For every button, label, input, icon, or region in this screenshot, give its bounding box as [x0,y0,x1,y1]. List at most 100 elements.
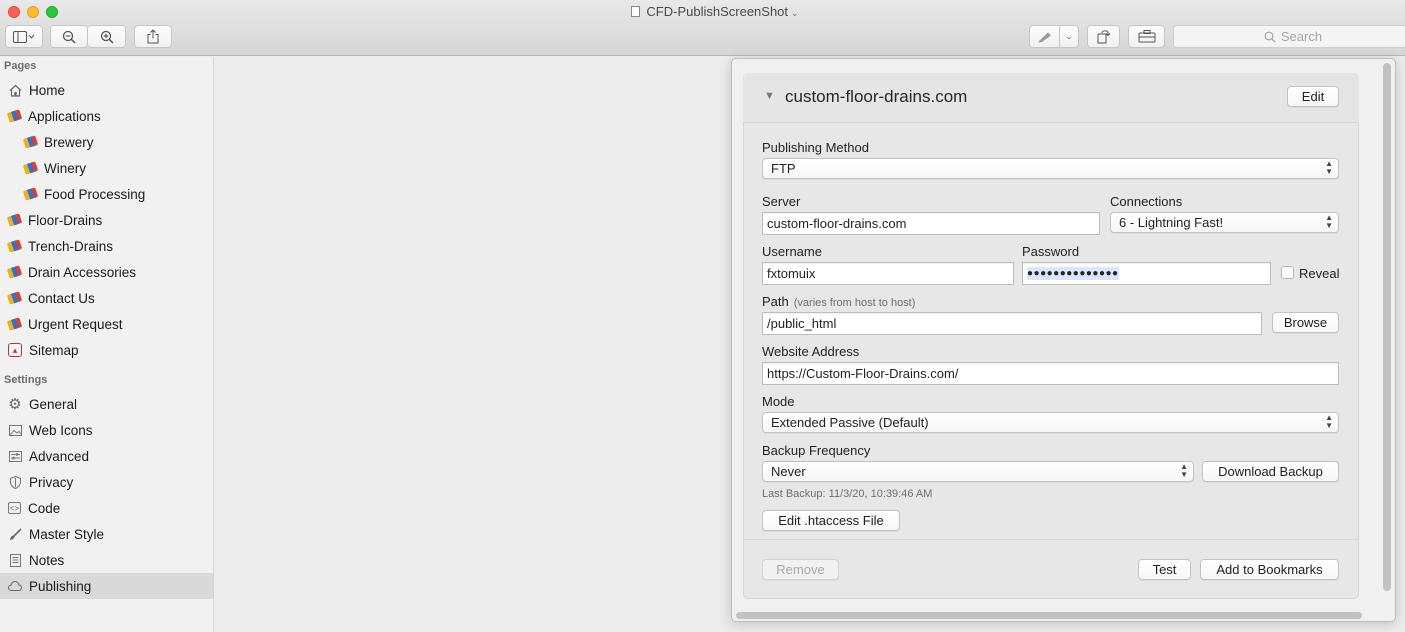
sidebar-item-code[interactable]: <> Code [0,495,213,521]
download-backup-button[interactable]: Download Backup [1202,461,1339,482]
markup-menu-button[interactable]: ⌄ [1059,25,1079,48]
password-label: Password [1022,244,1080,259]
path-field[interactable]: /public_html [762,312,1262,335]
sidebar-section-settings: Settings [4,374,48,386]
sidebar: Pages Home Applications Brewery Winery F… [0,57,214,632]
select-arrows-icon: ▲ ▼ [1180,462,1188,479]
sidebar-item-food-processing[interactable]: Food Processing [0,181,213,207]
sitemap-icon: ▴ [8,343,22,357]
connections-select[interactable]: 6 - Lightning Fast! ▲ ▼ [1110,212,1339,233]
vertical-scrollbar[interactable] [1383,63,1391,591]
notes-icon [8,553,22,567]
gear-icon: ⚙ [8,396,22,413]
username-label: Username [762,244,822,259]
sidebar-item-winery[interactable]: Winery [0,155,213,181]
test-button[interactable]: Test [1138,559,1191,580]
mode-select[interactable]: Extended Passive (Default) ▲ ▼ [762,412,1339,433]
chevron-down-icon: ⌄ [791,8,799,18]
path-hint: (varies from host to host) [793,297,916,309]
pen-icon [1038,32,1051,42]
reveal-password-checkbox[interactable] [1281,266,1294,279]
website-address-field[interactable]: https://Custom-Floor-Drains.com/ [762,362,1339,385]
sidebar-item-contact-us[interactable]: Contact Us [0,285,213,311]
page-icon [6,265,23,279]
backup-frequency-label: Backup Frequency [762,443,871,458]
sidebar-item-home[interactable]: Home [0,77,213,103]
sidebar-item-brewery[interactable]: Brewery [0,129,213,155]
brush-icon [8,527,22,541]
page-icon [22,187,39,201]
path-label: Path (varies from host to host) [762,294,916,309]
sidebar-item-general[interactable]: ⚙ General [0,391,213,417]
select-arrows-icon: ▲ ▼ [1325,213,1333,230]
server-field[interactable]: custom-floor-drains.com [762,212,1100,235]
sidebar-item-publishing[interactable]: Publishing [0,573,213,599]
window-title[interactable]: CFD-PublishScreenShot ⌄ [0,4,1405,19]
image-icon [8,423,22,437]
website-address-label: Website Address [762,344,860,359]
page-icon [6,317,23,331]
connections-label: Connections [1110,194,1183,209]
sidebar-item-trench-drains[interactable]: Trench-Drains [0,233,213,259]
sidebar-item-urgent-request[interactable]: Urgent Request [0,311,213,337]
password-field[interactable]: ●●●●●●●●●●●●●● [1022,262,1271,285]
toolbox-button[interactable] [1128,25,1165,48]
search-icon [1264,31,1276,42]
disclosure-triangle-icon[interactable]: ▼ [764,90,775,102]
reveal-label: Reveal [1299,266,1340,281]
publishing-method-select[interactable]: FTP ▲ ▼ [762,158,1339,179]
edit-site-button[interactable]: Edit [1287,86,1339,107]
page-icon [6,291,23,305]
publishing-method-label: Publishing Method [762,140,869,155]
document-icon [631,6,641,17]
sidebar-item-sitemap[interactable]: ▴ Sitemap [0,337,213,363]
zoom-in-icon [100,30,114,44]
sidebar-item-floor-drains[interactable]: Floor-Drains [0,207,213,233]
site-name-title: custom-floor-drains.com [785,87,968,106]
last-backup-text: Last Backup: 11/3/20, 10:39:46 AM [762,488,933,500]
server-label: Server [762,194,801,209]
rotate-button[interactable] [1087,25,1120,48]
page-icon [22,135,39,149]
select-arrows-icon: ▲ ▼ [1325,413,1333,430]
sidebar-item-advanced[interactable]: Advanced [0,443,213,469]
sidebar-icon [13,30,35,43]
browse-button[interactable]: Browse [1272,312,1339,333]
page-icon [6,109,23,123]
sidebar-section-pages: Pages [4,60,37,72]
page-icon [22,161,39,175]
sidebar-item-drain-accessories[interactable]: Drain Accessories [0,259,213,285]
edit-htaccess-button[interactable]: Edit .htaccess File [762,510,900,531]
horizontal-scrollbar[interactable] [736,612,1362,619]
chevron-down-icon: ⌄ [1065,31,1073,41]
card-footer-divider [743,539,1359,540]
sidebar-item-privacy[interactable]: Privacy [0,469,213,495]
mode-label: Mode [762,394,795,409]
backup-frequency-select[interactable]: Never ▲ ▼ [762,461,1194,482]
password-value: ●●●●●●●●●●●●●● [1027,267,1119,280]
select-arrows-icon: ▲ ▼ [1325,159,1333,176]
search-field[interactable]: Search [1173,25,1405,48]
code-icon: <> [8,502,21,514]
page-icon [6,239,23,253]
window-titlebar: CFD-PublishScreenShot ⌄ ⌄ Search [0,0,1405,56]
share-icon [147,29,159,44]
sidebar-item-web-icons[interactable]: Web Icons [0,417,213,443]
sidebar-item-applications[interactable]: Applications [0,103,213,129]
advanced-icon [8,449,22,463]
sidebar-toggle-button[interactable] [5,25,43,48]
zoom-out-button[interactable] [50,25,88,48]
sidebar-item-master-style[interactable]: Master Style [0,521,213,547]
sidebar-item-notes[interactable]: Notes [0,547,213,573]
zoom-out-icon [62,30,76,44]
cloud-icon [8,579,22,593]
markup-button[interactable] [1029,25,1060,48]
zoom-in-button[interactable] [88,25,126,48]
home-icon [8,83,22,97]
rotate-icon [1097,30,1110,44]
shield-icon [8,475,22,489]
remove-button[interactable]: Remove [762,559,839,580]
add-to-bookmarks-button[interactable]: Add to Bookmarks [1200,559,1339,580]
username-field[interactable]: fxtomuix [762,262,1014,285]
share-button[interactable] [134,25,172,48]
